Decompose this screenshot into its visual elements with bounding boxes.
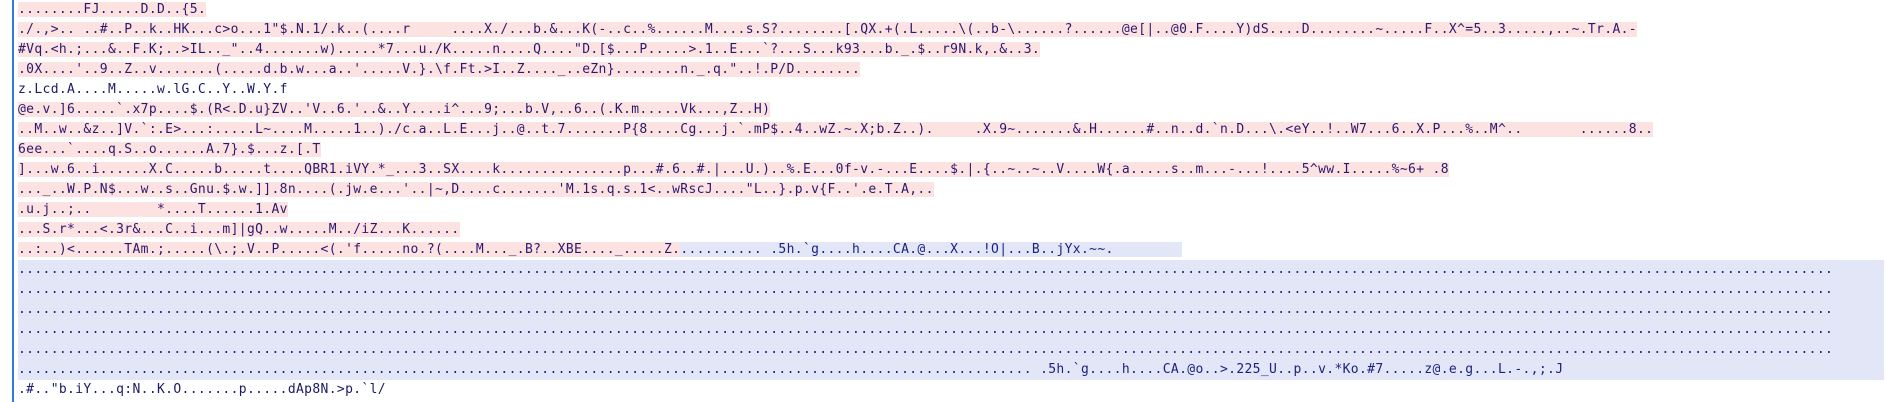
line-text: ........................................… [18,322,1834,337]
text-line: 6ee...`....q.S..o......A.7}.$...z.[.T [18,140,1884,160]
text-line: ..._..W.P.N$...w..s..Gnu.$.w.]].8n....(.… [18,180,1884,200]
text-line-selected: ........................................… [18,260,1884,280]
line-text: ........FJ.....D.D..{5. [18,2,207,17]
editor-gutter [0,0,14,402]
text-line: z.Lcd.A....M.....w.lG.C..Y..W.Y.f [18,80,1884,100]
line-text: ]...w.6..i......X.C.....b.....t....QBR1.… [18,162,1449,177]
text-line-selected: ........................................… [18,300,1884,320]
line-text: ..:..)<......TAm.;.....(\.;.V..P.....<(.… [18,242,681,257]
text-content-area[interactable]: ........FJ.....D.D..{5. ./.,>.. ..#..P..… [18,0,1884,402]
text-line: ./.,>.. ..#..P..k..HK...c>o...1"$.N.1/.k… [18,20,1884,40]
line-text: .#.."b.iY...q:N..K.O.......p.....dAp8N.>… [18,382,386,397]
line-text: ...S.r*...<.3r&...C..i...m]|gQ..w.....M.… [18,222,460,237]
text-line-selected: ........................................… [18,320,1884,340]
line-text: .0X....'..9..Z..v.......(.....d.b.w...a.… [18,62,861,77]
text-line: .#.."b.iY...q:N..K.O.......p.....dAp8N.>… [18,380,1884,400]
line-text: #Vq.<h.;...&..F.K;..>IL.._"..4.......w).… [18,42,1041,57]
text-line: .0X....'..9..Z..v.......(.....d.b.w...a.… [18,60,1884,80]
text-line: @e.v.]6.....`.x7p....$.(R<.D.u}ZV..'V..6… [18,100,1884,120]
hex-text-viewer: ........FJ.....D.D..{5. ./.,>.. ..#..P..… [0,0,1886,402]
text-line: ..:..)<......TAm.;.....(\.;.V..P.....<(.… [18,240,1884,260]
line-text: ........................................… [18,342,1834,357]
line-text: 6ee...`....q.S..o......A.7}.$...z.[.T [18,142,321,157]
line-text: ........................................… [18,282,1834,297]
text-line: ]...w.6..i......X.C.....b.....t....QBR1.… [18,160,1884,180]
line-text: ./.,>.. ..#..P..k..HK...c>o...1"$.N.1/.k… [18,22,1637,37]
line-text: @e.v.]6.....`.x7p....$.(R<.D.u}ZV..'V..6… [18,102,771,117]
line-text-selected: .......... .5h.`g....h....CA.@...X...!O|… [680,242,1182,257]
text-line: .u.j..;.. *....T......1.Av [18,200,1884,220]
text-line-selected: ........................................… [18,340,1884,360]
line-text: z.Lcd.A....M.....w.lG.C..Y..W.Y.f [18,82,288,97]
text-line-selected: ........................................… [18,280,1884,300]
line-text: ..._..W.P.N$...w..s..Gnu.$.w.]].8n....(.… [18,182,934,197]
line-text: ..M..w..&z..]V.`:.E>...:.....L~....M....… [18,122,1654,137]
line-text: ........................................… [18,362,1564,377]
text-line: ..M..w..&z..]V.`:.E>...:.....L~....M....… [18,120,1884,140]
text-line-selected: ........................................… [18,360,1884,380]
line-text: ........................................… [18,262,1834,277]
line-text: .u.j..;.. *....T......1.Av [18,202,288,217]
text-line: ........FJ.....D.D..{5. [18,0,1884,20]
text-line: ...S.r*...<.3r&...C..i...m]|gQ..w.....M.… [18,220,1884,240]
text-line: #Vq.<h.;...&..F.K;..>IL.._"..4.......w).… [18,40,1884,60]
line-text: ........................................… [18,302,1834,317]
